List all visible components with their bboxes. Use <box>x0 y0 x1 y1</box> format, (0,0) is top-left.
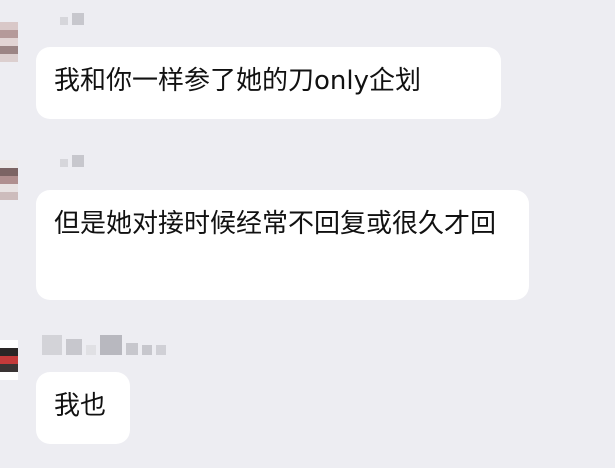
message-bubble[interactable]: 但是她对接时候经常不回复或很久才回 <box>36 190 529 300</box>
sender-name-blurred <box>60 155 84 167</box>
sender-name-blurred <box>42 335 166 355</box>
chat-view: 我和你一样参了她的刀only企划 但是她对接时候经常不回复或很久才回 我也 <box>0 0 615 468</box>
message-text: 我和你一样参了她的刀only企划 <box>54 66 421 96</box>
message-text: 但是她对接时候经常不回复或很久才回 <box>54 209 497 239</box>
avatar[interactable] <box>0 340 18 380</box>
sender-name-blurred <box>60 13 84 25</box>
message-text: 我也 <box>54 391 107 421</box>
avatar[interactable] <box>0 160 18 200</box>
message-bubble[interactable]: 我和你一样参了她的刀only企划 <box>36 47 501 119</box>
avatar[interactable] <box>0 22 18 62</box>
message-bubble[interactable]: 我也 <box>36 372 130 444</box>
